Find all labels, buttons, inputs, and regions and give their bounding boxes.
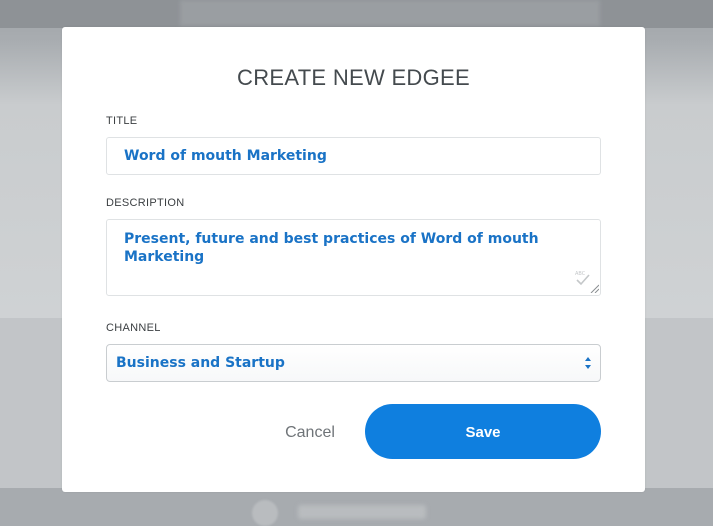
title-input[interactable] bbox=[106, 137, 601, 175]
channel-select-value: Business and Startup bbox=[116, 355, 285, 371]
svg-text:ABC: ABC bbox=[575, 271, 586, 277]
channel-select[interactable]: Business and Startup bbox=[106, 344, 601, 382]
resize-grip-icon[interactable] bbox=[590, 284, 599, 293]
updown-arrows-icon bbox=[585, 357, 591, 369]
title-label: TITLE bbox=[106, 115, 138, 127]
channel-label: CHANNEL bbox=[106, 322, 161, 334]
description-label: DESCRIPTION bbox=[106, 197, 185, 209]
background-footer-icon bbox=[252, 500, 278, 526]
background-header-block bbox=[180, 0, 600, 26]
background-footer-text bbox=[298, 505, 426, 519]
create-edgee-modal: CREATE NEW EDGEE TITLE DESCRIPTION Prese… bbox=[62, 27, 645, 492]
save-button[interactable]: Save bbox=[365, 404, 601, 459]
cancel-button[interactable]: Cancel bbox=[270, 415, 350, 449]
description-textarea[interactable]: Present, future and best practices of Wo… bbox=[106, 219, 601, 296]
modal-title: CREATE NEW EDGEE bbox=[237, 65, 470, 90]
